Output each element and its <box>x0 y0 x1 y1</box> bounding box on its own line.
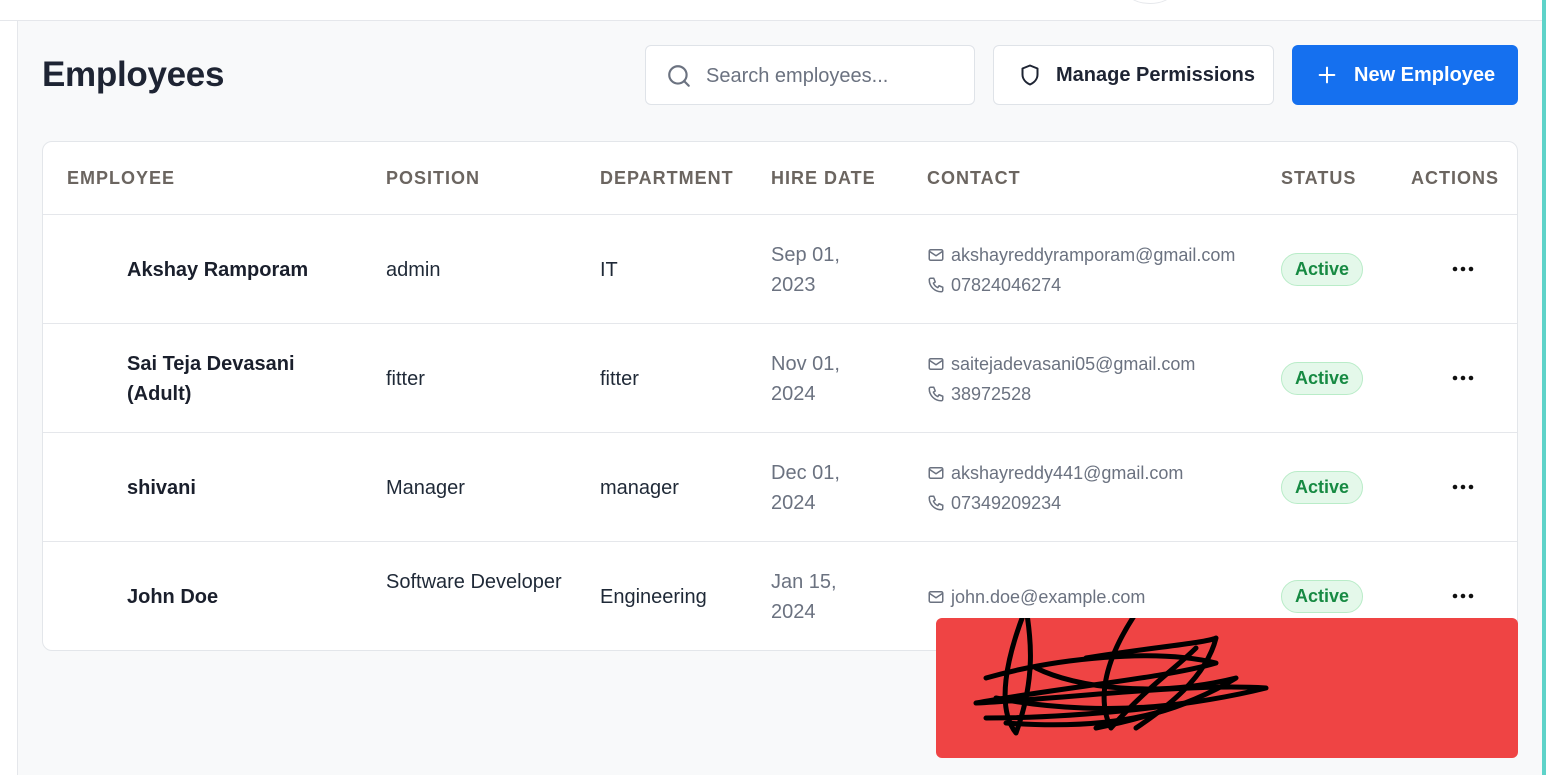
email-text[interactable]: akshayreddy441@gmail.com <box>951 458 1183 488</box>
employee-contact: john.doe@example.com <box>927 582 1267 612</box>
manage-permissions-label: Manage Permissions <box>1056 63 1255 86</box>
employee-hire-date: Sep 01, 2023 <box>771 244 840 296</box>
phone-text[interactable]: 07349209234 <box>951 488 1061 518</box>
employee-hire-date: Dec 01, 2024 <box>771 462 840 514</box>
search-input[interactable] <box>706 60 956 92</box>
employees-table: EMPLOYEE POSITION DEPARTMENT HIRE DATE C… <box>42 141 1518 651</box>
row-actions-button[interactable] <box>1447 365 1479 391</box>
email-text[interactable]: saitejadevasani05@gmail.com <box>951 349 1195 379</box>
status-badge: Active <box>1281 362 1363 395</box>
employee-department: IT <box>600 259 618 281</box>
email-text[interactable]: akshayreddyramporam@gmail.com <box>951 240 1235 270</box>
row-actions-button[interactable] <box>1447 583 1479 609</box>
mail-icon <box>928 591 944 603</box>
window-edge-accent <box>1542 0 1546 775</box>
contact-email: saitejadevasani05@gmail.com <box>927 349 1267 379</box>
more-horizontal-icon <box>1452 266 1474 272</box>
status-badge: Active <box>1281 253 1363 286</box>
contact-phone: 07349209234 <box>927 488 1267 518</box>
mail-icon <box>928 358 944 370</box>
table-row[interactable]: Sai Teja Devasani (Adult) fitter fitter … <box>43 324 1517 433</box>
new-employee-button[interactable]: New Employee <box>1292 45 1518 105</box>
employee-position: Manager <box>386 477 465 499</box>
search-icon <box>668 65 690 87</box>
employee-name: John Doe <box>127 586 219 608</box>
contact-email: akshayreddyramporam@gmail.com <box>927 240 1267 270</box>
employee-position: Software Developer <box>386 571 562 593</box>
toast-notification[interactable] <box>936 618 1518 758</box>
more-horizontal-icon <box>1452 593 1474 599</box>
manage-permissions-button[interactable]: Manage Permissions <box>993 45 1274 105</box>
employee-hire-date: Jan 15, 2024 <box>771 571 837 623</box>
table-row[interactable]: Akshay Ramporam admin IT Sep 01, 2023 ak… <box>43 215 1517 324</box>
contact-phone: 38972528 <box>927 379 1267 409</box>
column-header-status[interactable]: STATUS <box>1281 168 1356 189</box>
search-box[interactable] <box>645 45 975 105</box>
phone-icon <box>928 495 944 511</box>
column-header-employee[interactable]: EMPLOYEE <box>67 168 175 189</box>
column-header-department[interactable]: DEPARTMENT <box>600 168 734 189</box>
column-header-contact[interactable]: CONTACT <box>927 168 1021 189</box>
email-text[interactable]: john.doe@example.com <box>951 582 1145 612</box>
table-header: EMPLOYEE POSITION DEPARTMENT HIRE DATE C… <box>43 142 1517 215</box>
phone-text[interactable]: 38972528 <box>951 379 1031 409</box>
sidebar-rail <box>0 21 18 775</box>
phone-icon <box>928 386 944 402</box>
column-header-hire-date[interactable]: HIRE DATE <box>771 168 876 189</box>
more-horizontal-icon <box>1452 484 1474 490</box>
mail-icon <box>928 467 944 479</box>
contact-email: john.doe@example.com <box>927 582 1267 612</box>
employee-position: fitter <box>386 368 425 390</box>
contact-email: akshayreddy441@gmail.com <box>927 458 1267 488</box>
row-actions-button[interactable] <box>1447 474 1479 500</box>
employee-department: manager <box>600 477 679 499</box>
more-horizontal-icon <box>1452 375 1474 381</box>
redaction-scribble <box>973 618 1269 736</box>
employee-department: fitter <box>600 368 639 390</box>
employee-hire-date: Nov 01, 2024 <box>771 353 840 405</box>
employee-contact: akshayreddyramporam@gmail.com 0782404627… <box>927 240 1267 300</box>
row-actions-button[interactable] <box>1447 256 1479 282</box>
table-row[interactable]: shivani Manager manager Dec 01, 2024 aks… <box>43 433 1517 542</box>
user-avatar[interactable] <box>1128 0 1172 4</box>
top-bar <box>0 0 1546 21</box>
contact-phone: 07824046274 <box>927 270 1267 300</box>
page-title: Employees <box>42 55 225 94</box>
column-header-actions: ACTIONS <box>1411 168 1499 188</box>
employee-name: shivani <box>127 477 196 499</box>
employee-contact: saitejadevasani05@gmail.com 38972528 <box>927 349 1267 409</box>
phone-icon <box>928 277 944 293</box>
employee-department: Engineering <box>600 586 707 608</box>
employee-contact: akshayreddy441@gmail.com 07349209234 <box>927 458 1267 518</box>
column-header-position[interactable]: POSITION <box>386 168 480 189</box>
status-badge: Active <box>1281 471 1363 504</box>
status-badge: Active <box>1281 580 1363 613</box>
shield-icon <box>1021 64 1039 86</box>
plus-icon <box>1318 66 1336 84</box>
phone-text[interactable]: 07824046274 <box>951 270 1061 300</box>
employee-position: admin <box>386 259 441 281</box>
mail-icon <box>928 249 944 261</box>
new-employee-label: New Employee <box>1354 63 1496 86</box>
employee-name: Sai Teja Devasani (Adult) <box>127 353 295 405</box>
employee-name: Akshay Ramporam <box>127 259 309 281</box>
